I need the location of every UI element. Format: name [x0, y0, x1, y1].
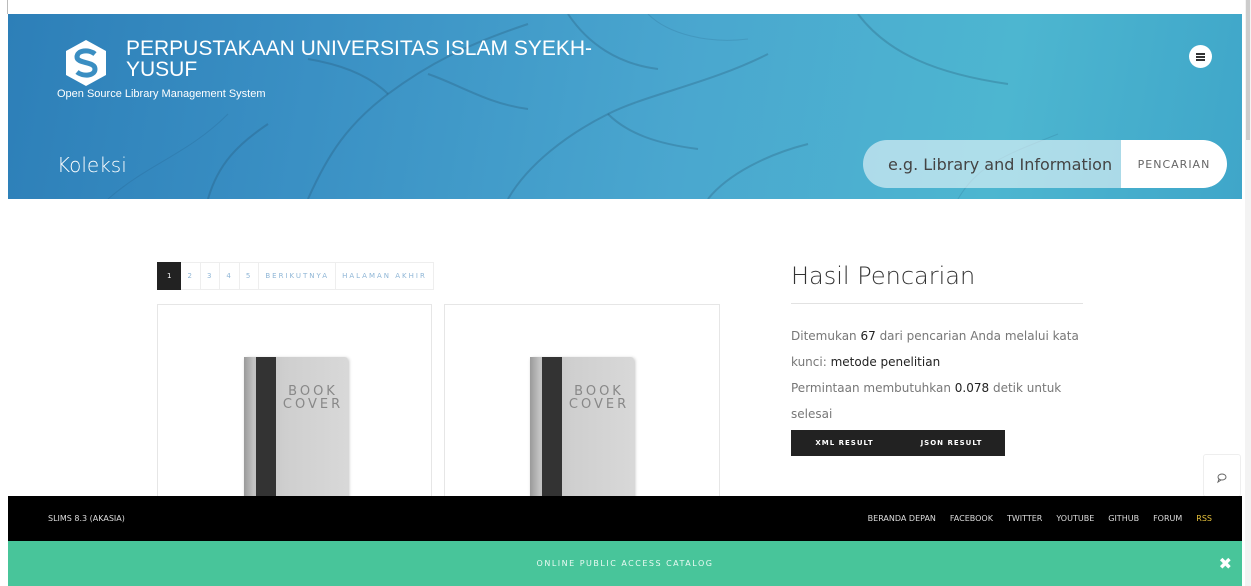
result-export-buttons: XML RESULT JSON RESULT [791, 430, 1005, 456]
version-label: SLIMS 8.3 (AKASIA) [48, 514, 125, 523]
pagination: 1 2 3 4 5 BERIKUTNYA HALAMAN AKHIR [157, 262, 434, 290]
found-count: 67 [860, 329, 876, 343]
found-prefix: Ditemukan [791, 329, 861, 343]
chat-icon[interactable] [1203, 454, 1241, 497]
chat-bubble-icon [1217, 473, 1227, 484]
page-link-1[interactable]: 1 [157, 262, 182, 290]
page-link-5[interactable]: 5 [239, 262, 260, 290]
results-title: Hasil Pencarian [791, 262, 976, 290]
footer-link-github[interactable]: GITHUB [1108, 514, 1139, 523]
slims-logo-icon [66, 40, 106, 86]
scrollbar[interactable] [1245, 0, 1251, 586]
header-banner: PERPUSTAKAAN UNIVERSITAS ISLAM SYEKH-YUS… [8, 14, 1242, 199]
book-cover-text: BOOK COVER [282, 385, 344, 411]
results-divider [791, 303, 1083, 304]
page-link-4[interactable]: 4 [220, 262, 240, 290]
menu-icon[interactable] [1189, 45, 1212, 68]
footer-link-youtube[interactable]: YOUTUBE [1056, 514, 1094, 523]
book-spine [542, 357, 562, 497]
book-card[interactable]: BOOK COVER [157, 304, 432, 498]
page-edge [7, 0, 8, 14]
site-title: PERPUSTAKAAN UNIVERSITAS ISLAM SYEKH-YUS… [126, 37, 592, 81]
footer-link-beranda[interactable]: BERANDA DEPAN [868, 514, 936, 523]
search-input[interactable] [863, 140, 1118, 188]
book-edge [530, 357, 540, 497]
search-keyword: metode penelitian [830, 355, 941, 369]
xml-result-button[interactable]: XML RESULT [791, 430, 898, 456]
footer-link-forum[interactable]: FORUM [1153, 514, 1182, 523]
json-result-button[interactable]: JSON RESULT [898, 430, 1005, 456]
book-cover-image[interactable]: BOOK COVER [530, 357, 634, 497]
search-bar: PENCARIAN [863, 140, 1227, 188]
site-subtitle: Open Source Library Management System [57, 88, 266, 100]
scrollbar-thumb[interactable] [1246, 0, 1250, 140]
page-next[interactable]: BERIKUTNYA [259, 262, 337, 290]
footer: SLIMS 8.3 (AKASIA) BERANDA DEPAN FACEBOO… [8, 496, 1242, 541]
page-title: Koleksi [57, 153, 127, 177]
search-button[interactable]: PENCARIAN [1121, 140, 1227, 188]
time-prefix: Permintaan membutuhkan [791, 381, 955, 395]
opac-bar: ONLINE PUBLIC ACCESS CATALOG ✖ [8, 541, 1242, 586]
book-card[interactable]: BOOK COVER [444, 304, 720, 498]
footer-link-facebook[interactable]: FACEBOOK [950, 514, 993, 523]
page-last[interactable]: HALAMAN AKHIR [336, 262, 434, 290]
close-icon[interactable]: ✖ [1219, 554, 1232, 573]
cover-line: COVER [568, 397, 630, 412]
book-cover-text: BOOK COVER [568, 385, 630, 411]
book-cover-image[interactable]: BOOK COVER [244, 357, 348, 497]
book-spine [256, 357, 276, 497]
page-link-2[interactable]: 2 [181, 262, 201, 290]
time-value: 0.078 [954, 381, 990, 395]
book-edge [244, 357, 254, 497]
page-link-3[interactable]: 3 [200, 262, 221, 290]
footer-link-twitter[interactable]: TWITTER [1007, 514, 1042, 523]
cover-line: COVER [282, 397, 344, 412]
opac-label: ONLINE PUBLIC ACCESS CATALOG [536, 559, 714, 568]
results-info: Ditemukan 67 dari pencarian Anda melalui… [791, 323, 1091, 427]
footer-links: BERANDA DEPAN FACEBOOK TWITTER YOUTUBE G… [868, 514, 1212, 523]
footer-link-rss[interactable]: RSS [1196, 514, 1212, 523]
